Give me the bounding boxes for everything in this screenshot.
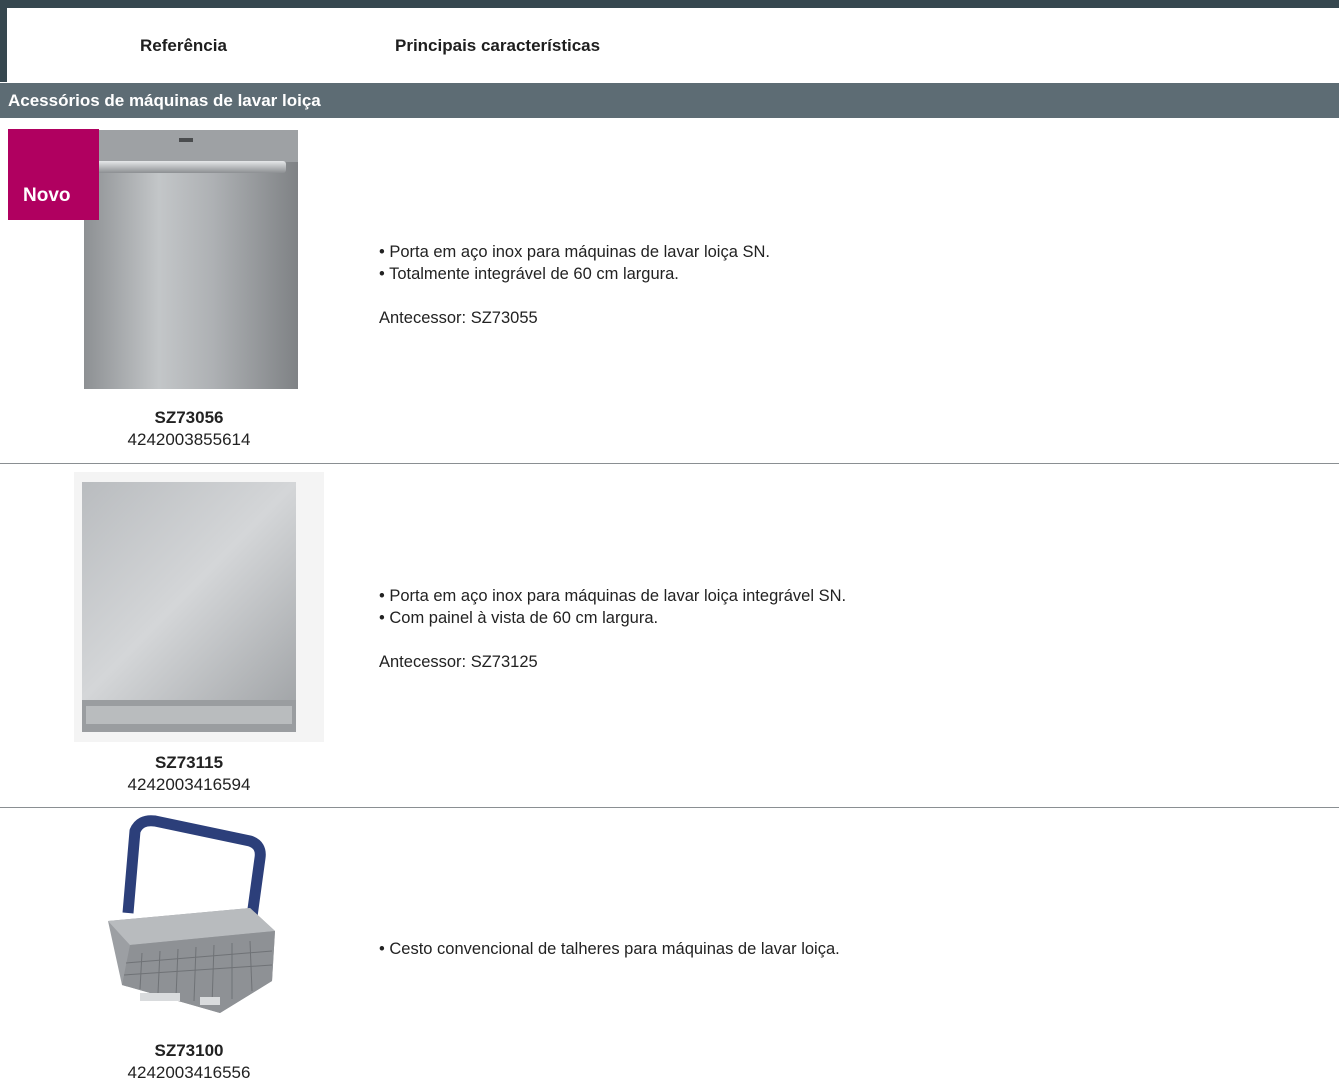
stainless-door-image <box>84 130 298 389</box>
feature-item: • Com painel à vista de 60 cm largura. <box>379 609 659 627</box>
feature-list: • Porta em aço inox para máquinas de lav… <box>379 241 770 329</box>
feature-item: • Totalmente integrável de 60 cm largura… <box>379 265 679 283</box>
row-divider <box>0 807 1339 808</box>
model-number: SZ73115 <box>154 753 224 772</box>
feature-item: • Cesto convencional de talheres para má… <box>379 940 840 958</box>
predecessor-text: Antecessor: SZ73055 <box>379 309 538 327</box>
top-band <box>0 0 1339 8</box>
predecessor-text: Antecessor: SZ73125 <box>379 653 538 671</box>
model-number: SZ73056 <box>154 408 224 427</box>
section-title: Acessórios de máquinas de lavar loiça <box>0 83 1339 118</box>
feature-list: • Porta em aço inox para máquinas de lav… <box>379 585 846 673</box>
reference-code: SZ73100 4242003416556 <box>59 1040 319 1084</box>
feature-item: • Porta em aço inox para máquinas de lav… <box>379 587 847 605</box>
ean-code: 4242003416594 <box>127 775 251 794</box>
reference-code: SZ73056 4242003855614 <box>59 407 319 451</box>
ean-code: 4242003416556 <box>127 1063 251 1082</box>
ean-code: 4242003855614 <box>127 430 251 449</box>
feature-item: • Porta em aço inox para máquinas de lav… <box>379 243 770 261</box>
column-header-reference: Referência <box>140 36 227 55</box>
new-badge: Novo <box>8 129 99 220</box>
row-divider <box>0 463 1339 464</box>
left-accent-strip <box>0 0 7 82</box>
reference-code: SZ73115 4242003416594 <box>59 752 319 796</box>
feature-list: • Cesto convencional de talheres para má… <box>379 938 840 960</box>
model-number: SZ73100 <box>154 1041 224 1060</box>
cutlery-basket-image <box>108 815 275 1013</box>
stainless-panel-door-image <box>74 472 324 742</box>
column-header-features: Principais características <box>395 36 601 55</box>
